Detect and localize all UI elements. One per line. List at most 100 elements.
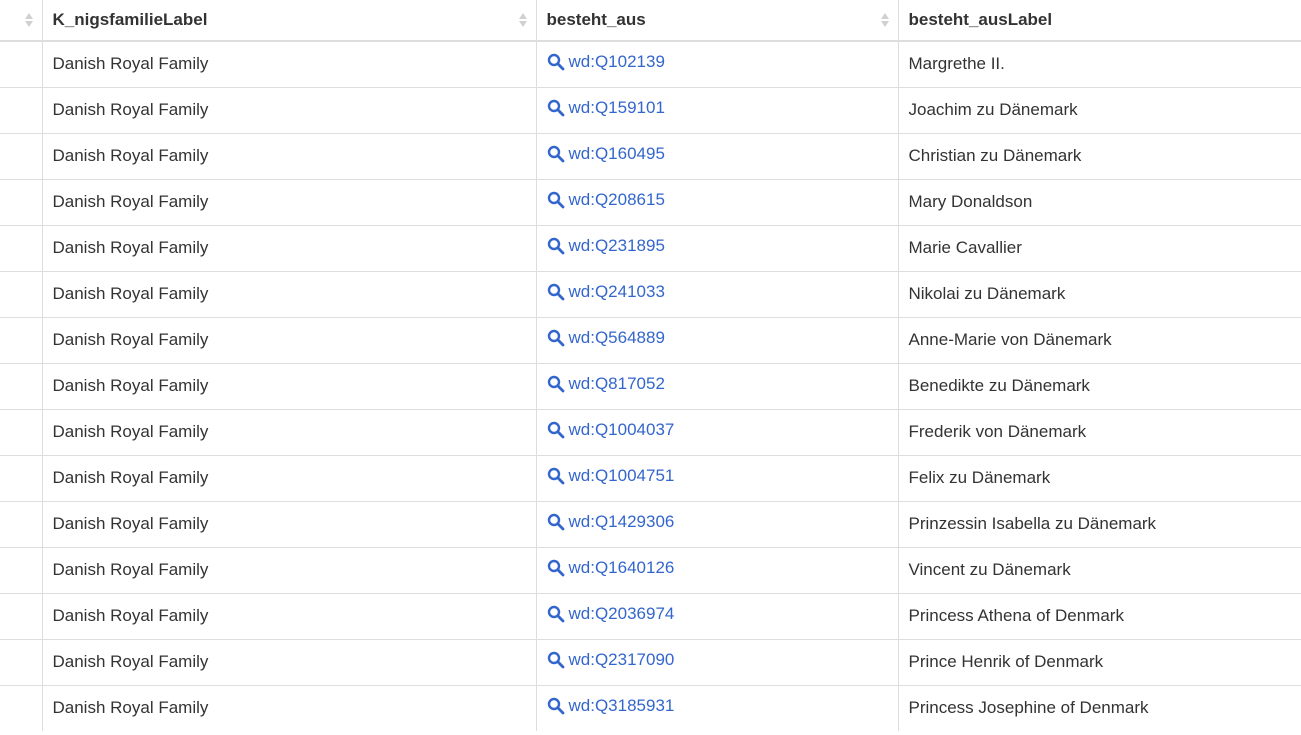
- search-icon: [547, 191, 565, 209]
- entity-id: wd:Q241033: [568, 282, 665, 301]
- entity-link[interactable]: wd:Q3185931: [547, 696, 675, 716]
- koenigsfamilie-label-cell: Danish Royal Family: [41, 500, 536, 547]
- row-index-cell: [0, 454, 42, 501]
- row-index-cell: [0, 408, 42, 455]
- koenigsfamilie-label-cell: Danish Royal Family: [41, 132, 536, 179]
- koenigsfamilie-label-cell: Danish Royal Family: [41, 178, 536, 225]
- koenigsfamilie-label-cell: Danish Royal Family: [41, 684, 536, 731]
- entity-link[interactable]: wd:Q564889: [547, 328, 665, 348]
- search-icon: [547, 283, 565, 301]
- entity-link[interactable]: wd:Q231895: [547, 236, 665, 256]
- search-icon: [547, 467, 565, 485]
- besteht-aus-label-cell: Nikolai zu Dänemark: [897, 270, 1301, 317]
- column-header-besteht-aus-label[interactable]: besteht_ausLabel: [897, 0, 1301, 42]
- entity-link[interactable]: wd:Q2036974: [547, 604, 674, 624]
- table-row: Danish Royal Family wd:Q159101 Joachim zu …: [0, 86, 1301, 133]
- koenigsfamilie-label-cell: Danish Royal Family: [41, 362, 536, 409]
- entity-id: wd:Q1640126: [568, 558, 675, 577]
- column-header-koenigsfamilie-label[interactable]: K_nigsfamilieLabel: [41, 0, 536, 42]
- search-icon: [547, 697, 565, 715]
- sort-icon[interactable]: [518, 12, 528, 28]
- column-header-index[interactable]: [0, 0, 42, 42]
- entity-id: wd:Q2317090: [568, 650, 675, 669]
- sort-icon[interactable]: [24, 12, 34, 28]
- search-icon: [547, 145, 565, 163]
- results-table: K_nigsfamilieLabel besteht_aus besteht_a…: [0, 0, 1301, 731]
- besteht-aus-cell: wd:Q564889: [535, 316, 898, 363]
- entity-id: wd:Q1429306: [568, 512, 675, 531]
- table-row: Danish Royal Family wd:Q208615 Mary Donald…: [0, 178, 1301, 225]
- row-index-cell: [0, 178, 42, 225]
- besteht-aus-cell: wd:Q2317090: [535, 638, 898, 685]
- koenigsfamilie-label-cell: Danish Royal Family: [41, 224, 536, 271]
- besteht-aus-label-cell: Christian zu Dänemark: [897, 132, 1301, 179]
- column-header-label: besteht_aus: [546, 10, 646, 29]
- row-index-cell: [0, 592, 42, 639]
- table-row: Danish Royal Family wd:Q2036974 Princess A…: [0, 592, 1301, 639]
- koenigsfamilie-label-cell: Danish Royal Family: [41, 638, 536, 685]
- besteht-aus-label-cell: Marie Cavallier: [897, 224, 1301, 271]
- entity-link[interactable]: wd:Q817052: [547, 374, 665, 394]
- koenigsfamilie-label-cell: Danish Royal Family: [41, 546, 536, 593]
- besteht-aus-label-cell: Joachim zu Dänemark: [897, 86, 1301, 133]
- entity-link[interactable]: wd:Q102139: [547, 52, 665, 72]
- entity-link[interactable]: wd:Q1004751: [547, 466, 675, 486]
- entity-link[interactable]: wd:Q159101: [547, 98, 665, 118]
- besteht-aus-label-cell: Prinzessin Isabella zu Dänemark: [897, 500, 1301, 547]
- koenigsfamilie-label-cell: Danish Royal Family: [41, 270, 536, 317]
- entity-link[interactable]: wd:Q1429306: [547, 512, 675, 532]
- besteht-aus-cell: wd:Q1004037: [535, 408, 898, 455]
- besteht-aus-cell: wd:Q159101: [535, 86, 898, 133]
- sort-icon[interactable]: [880, 12, 890, 28]
- entity-link[interactable]: wd:Q160495: [547, 144, 665, 164]
- row-index-cell: [0, 41, 42, 87]
- entity-link[interactable]: wd:Q2317090: [547, 650, 675, 670]
- entity-id: wd:Q817052: [568, 374, 665, 393]
- besteht-aus-cell: wd:Q160495: [535, 132, 898, 179]
- besteht-aus-cell: wd:Q1429306: [535, 500, 898, 547]
- entity-link[interactable]: wd:Q1004037: [547, 420, 674, 440]
- row-index-cell: [0, 684, 42, 731]
- table-row: Danish Royal Family wd:Q564889 Anne-Marie …: [0, 316, 1301, 363]
- search-icon: [547, 421, 565, 439]
- besteht-aus-cell: wd:Q208615: [535, 178, 898, 225]
- search-icon: [547, 651, 565, 669]
- besteht-aus-label-cell: Anne-Marie von Dänemark: [897, 316, 1301, 363]
- besteht-aus-label-cell: Felix zu Dänemark: [897, 454, 1301, 501]
- entity-id: wd:Q3185931: [568, 696, 675, 716]
- search-icon: [547, 513, 565, 531]
- table-row: Danish Royal Family wd:Q3185931 Princess J…: [0, 684, 1301, 731]
- entity-id: wd:Q208615: [568, 190, 665, 209]
- search-icon: [547, 329, 565, 347]
- entity-link[interactable]: wd:Q241033: [547, 282, 665, 302]
- table-row: Danish Royal Family wd:Q241033 Nikolai zu …: [0, 270, 1301, 317]
- besteht-aus-label-cell: Frederik von Dänemark: [897, 408, 1301, 455]
- row-index-cell: [0, 316, 42, 363]
- row-index-cell: [0, 224, 42, 271]
- search-icon: [547, 559, 565, 577]
- row-index-cell: [0, 86, 42, 133]
- besteht-aus-cell: wd:Q817052: [535, 362, 898, 409]
- entity-link[interactable]: wd:Q208615: [547, 190, 665, 210]
- table-row: Danish Royal Family wd:Q1004037 Frederik v…: [0, 408, 1301, 455]
- entity-id: wd:Q231895: [568, 236, 665, 255]
- search-icon: [547, 53, 565, 71]
- entity-id: wd:Q160495: [568, 144, 665, 163]
- row-index-cell: [0, 132, 42, 179]
- koenigsfamilie-label-cell: Danish Royal Family: [41, 316, 536, 363]
- koenigsfamilie-label-cell: Danish Royal Family: [41, 408, 536, 455]
- row-index-cell: [0, 270, 42, 317]
- search-icon: [547, 99, 565, 117]
- besteht-aus-label-cell: Benedikte zu Dänemark: [897, 362, 1301, 409]
- header-row: K_nigsfamilieLabel besteht_aus besteht_a…: [0, 0, 1301, 42]
- row-index-cell: [0, 638, 42, 685]
- koenigsfamilie-label-cell: Danish Royal Family: [41, 454, 536, 501]
- table-header: K_nigsfamilieLabel besteht_aus besteht_a…: [0, 0, 1301, 42]
- column-header-besteht-aus[interactable]: besteht_aus: [535, 0, 898, 42]
- table-row: Danish Royal Family wd:Q1004751 Felix zu D…: [0, 454, 1301, 501]
- besteht-aus-label-cell: Margrethe II.: [897, 41, 1301, 87]
- entity-link[interactable]: wd:Q1640126: [547, 558, 675, 578]
- koenigsfamilie-label-cell: Danish Royal Family: [41, 86, 536, 133]
- entity-id: wd:Q1004751: [568, 466, 675, 485]
- column-header-label: K_nigsfamilieLabel: [52, 10, 208, 29]
